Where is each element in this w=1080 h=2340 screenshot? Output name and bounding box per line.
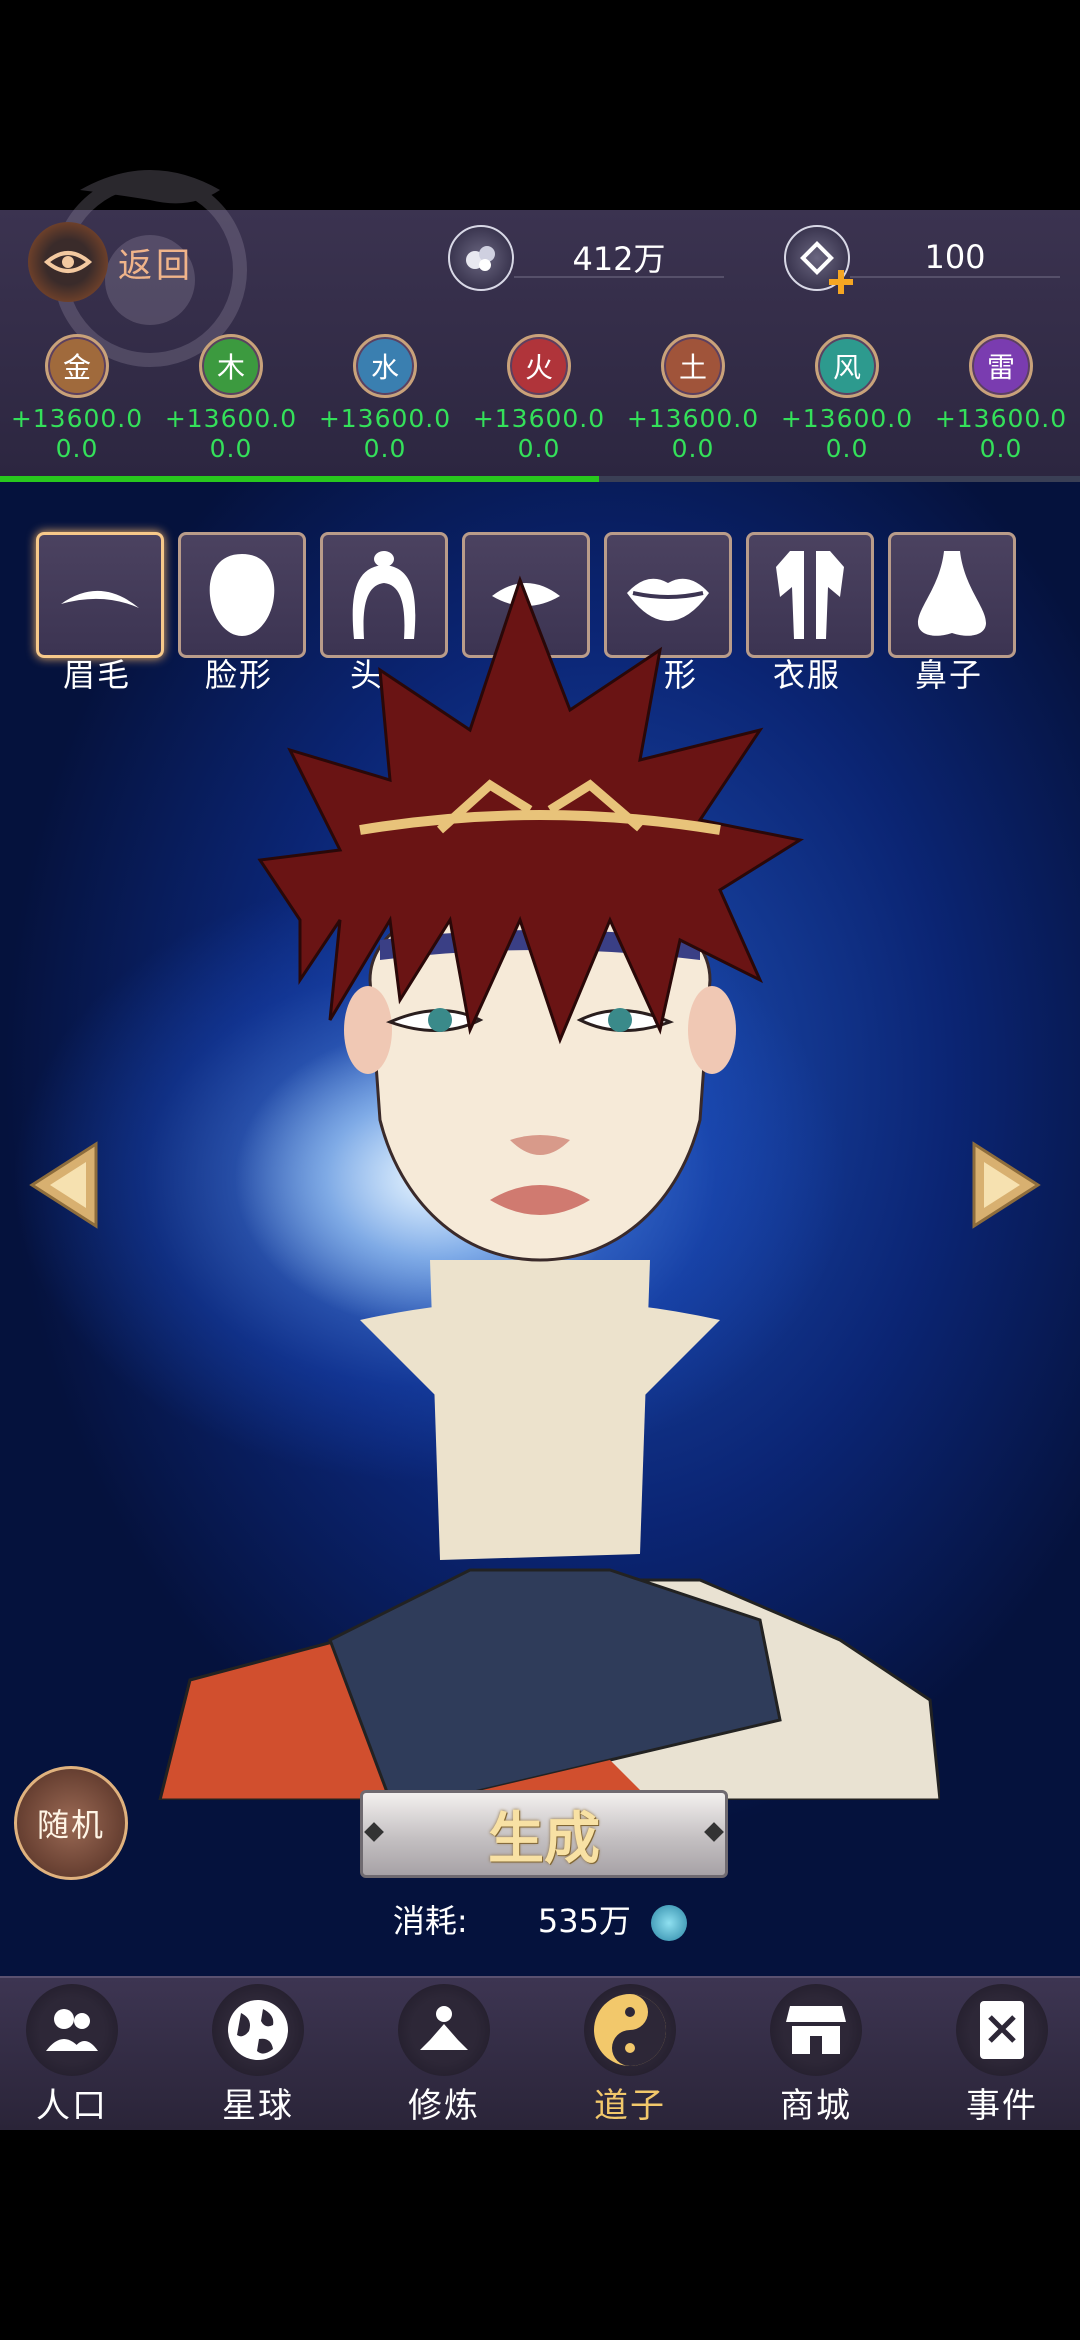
element-amount: +13600.00.0	[318, 404, 452, 463]
cost-label: 消耗:	[392, 1902, 468, 1940]
element-wind: 风 +13600.00.0	[772, 334, 922, 464]
event-book-icon	[956, 1984, 1048, 2076]
generate-cost: 消耗: 535万	[0, 1896, 1080, 1942]
spirit-stone-counter: 412万	[448, 225, 724, 291]
nav-label: 事件	[966, 2086, 1038, 2126]
bottom-nav: 人口 星球 修炼 道子 商城 事件	[0, 1976, 1080, 2130]
element-orb: 火	[507, 334, 571, 398]
element-amount: +13600.00.0	[626, 404, 760, 463]
element-orb: 木	[199, 334, 263, 398]
app-screen: 返回 412万 100 金 +13600.00.0 木 +13600.00.0 …	[0, 0, 1080, 2340]
spirit-stone-icon	[651, 1905, 688, 1941]
next-arrow-button[interactable]	[970, 1140, 1042, 1230]
button-ornament	[364, 1822, 384, 1842]
element-metal: 金 +13600.00.0	[2, 334, 152, 464]
element-amount: +13600.00.0	[780, 404, 914, 463]
progress-fill	[0, 476, 600, 482]
nav-cultivate[interactable]: 修炼	[364, 1984, 524, 2127]
gem-value: 100	[850, 238, 1060, 278]
back-button[interactable]: 返回	[28, 222, 194, 302]
progress-bar	[0, 476, 1080, 482]
nav-shop[interactable]: 商城	[736, 1984, 896, 2127]
cultivate-icon	[398, 1984, 490, 2076]
nav-label: 星球	[222, 2086, 294, 2126]
back-label: 返回	[118, 245, 194, 286]
gem-counter: 100	[784, 225, 1060, 294]
nav-label: 商城	[780, 2086, 852, 2126]
element-earth: 土 +13600.00.0	[618, 334, 768, 464]
nav-event[interactable]: 事件	[922, 1984, 1080, 2127]
cost-value: 535万	[537, 1902, 631, 1940]
element-wood: 木 +13600.00.0	[156, 334, 306, 464]
nav-population[interactable]: 人口	[0, 1984, 152, 2127]
add-gem-icon[interactable]	[826, 267, 856, 297]
character-portrait	[158, 575, 940, 1800]
diamond-icon	[784, 225, 853, 294]
generate-button[interactable]: 生成	[360, 1790, 728, 1878]
element-amount: +13600.00.0	[934, 404, 1068, 463]
element-thunder: 雷 +13600.00.0	[926, 334, 1076, 464]
planet-icon	[212, 1984, 304, 2076]
nav-planet[interactable]: 星球	[178, 1984, 338, 2127]
element-orb: 土	[661, 334, 725, 398]
button-ornament	[704, 1822, 724, 1842]
element-amount: +13600.00.0	[10, 404, 144, 463]
back-eye-icon	[28, 222, 108, 302]
nav-label: 道子	[594, 2086, 666, 2126]
nav-label: 修炼	[408, 2086, 480, 2126]
element-water: 水 +13600.00.0	[310, 334, 460, 464]
element-orb: 雷	[969, 334, 1033, 398]
element-fire: 火 +13600.00.0	[464, 334, 614, 464]
eyebrow-icon	[61, 590, 139, 608]
spirit-stone-value: 412万	[514, 238, 724, 278]
nav-label: 人口	[36, 2086, 108, 2126]
yin-yang-icon	[584, 1984, 676, 2076]
element-orb: 水	[353, 334, 417, 398]
element-amount: +13600.00.0	[472, 404, 606, 463]
shop-icon	[770, 1984, 862, 2076]
element-resources: 金 +13600.00.0 木 +13600.00.0 水 +13600.00.…	[0, 334, 1080, 464]
random-button[interactable]: 随机	[14, 1766, 128, 1880]
population-icon	[26, 1984, 118, 2076]
element-orb: 金	[45, 334, 109, 398]
nav-daozi[interactable]: 道子	[550, 1984, 710, 2127]
element-amount: +13600.00.0	[164, 404, 298, 463]
spirit-stone-icon	[448, 225, 514, 291]
generate-label: 生成	[488, 1805, 600, 1872]
previous-arrow-button[interactable]	[28, 1140, 100, 1230]
element-orb: 风	[815, 334, 879, 398]
